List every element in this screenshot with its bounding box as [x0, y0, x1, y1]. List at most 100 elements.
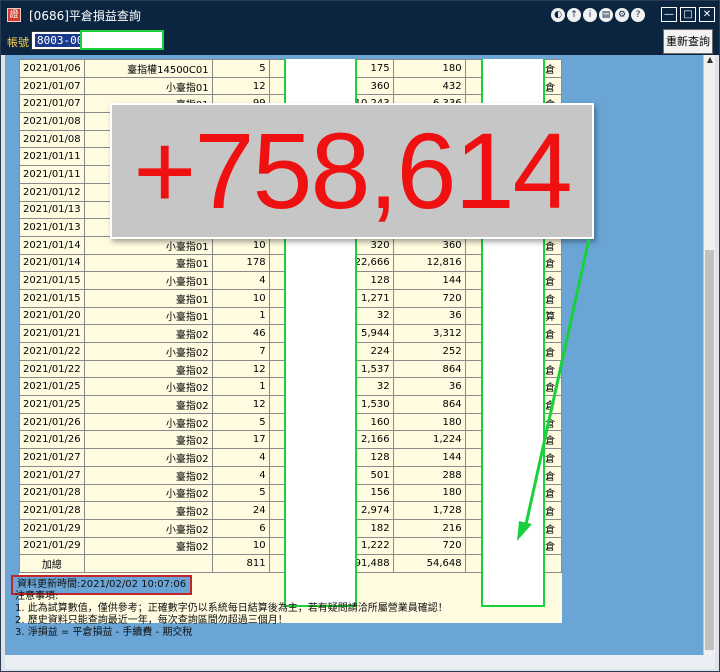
value-b-cell: 288	[392, 465, 466, 485]
requery-button[interactable]: 重新查詢	[663, 29, 713, 54]
value-b-cell: 1,728	[392, 501, 466, 520]
date-cell: 2021/01/22	[19, 342, 85, 361]
qty-cell: 1	[211, 306, 270, 326]
product-cell: 臺指02	[83, 395, 213, 414]
product-cell: 臺指02	[83, 501, 213, 520]
qty-cell: 12	[211, 359, 270, 379]
product-cell: 小臺指02	[83, 412, 213, 432]
qty-cell: 5	[211, 483, 270, 503]
qty-cell: 4	[211, 465, 270, 485]
date-cell: 2021/01/08	[19, 129, 85, 149]
product-cell: 臺指01	[83, 253, 213, 273]
product-cell: 小臺指01	[83, 76, 213, 96]
value-b-cell: 144	[392, 271, 466, 290]
product-cell: 臺指權14500C01	[83, 59, 213, 78]
product-cell: 小臺指01	[83, 235, 213, 255]
product-cell: 臺指02	[83, 324, 213, 343]
value-b-cell: 720	[392, 288, 466, 308]
product-cell: 小臺指02	[83, 518, 213, 538]
qty-cell: 10	[211, 536, 270, 556]
scroll-up-icon[interactable]: ▲	[704, 55, 716, 67]
value-b-cell: 432	[392, 76, 466, 96]
product-cell: 臺指01	[83, 288, 213, 308]
qty-cell: 5	[211, 412, 270, 432]
qty-cell: 24	[211, 501, 270, 520]
date-cell: 2021/01/28	[19, 501, 85, 520]
note-item: 1. 此為試算數值，僅供參考；正確數字仍以系統每日結算後為主，若有疑問請洽所屬營…	[15, 603, 448, 614]
note-item: 2. 歷史資料只能查詢最近一年，每次查詢區間勿超過三個月！	[15, 615, 288, 626]
product-cell: 臺指02	[83, 359, 213, 379]
qty-cell: 6	[211, 518, 270, 538]
note-item: 3. 淨損益 = 平倉損益 - 手續費 - 期交稅	[15, 627, 193, 638]
title-tool-icons: ◐ ↑ i ▤ ⚙ ?	[551, 8, 645, 22]
product-cell: 小臺指01	[83, 306, 213, 326]
date-cell: 2021/01/29	[19, 536, 85, 556]
title-bar: 證 [0686]平倉損益查詢 ◐ ↑ i ▤ ⚙ ? — □ ✕	[1, 1, 719, 29]
qty-cell: 1	[211, 377, 270, 397]
value-b-cell: 180	[392, 59, 466, 78]
date-cell: 2021/01/11	[19, 147, 85, 167]
value-b-cell: 216	[392, 518, 466, 538]
product-cell: 小臺指02	[83, 448, 213, 467]
value-b-cell: 360	[392, 235, 466, 255]
profit-overlay: +758,614	[110, 103, 594, 239]
date-cell: 2021/01/25	[19, 395, 85, 414]
scroll-thumb[interactable]	[705, 250, 714, 650]
qty-cell: 12	[211, 76, 270, 96]
value-b-cell: 864	[392, 395, 466, 414]
product-cell: 小臺指02	[83, 377, 213, 397]
date-cell: 2021/01/11	[19, 165, 85, 184]
value-b-cell: 3,312	[392, 324, 466, 343]
value-b-cell: 864	[392, 359, 466, 379]
date-cell: 2021/01/14	[19, 253, 85, 273]
date-cell: 2021/01/26	[19, 412, 85, 432]
date-cell: 2021/01/06	[19, 59, 85, 78]
vertical-scrollbar[interactable]: ▲	[703, 55, 715, 655]
date-cell: 2021/01/14	[19, 235, 85, 255]
date-cell: 2021/01/25	[19, 377, 85, 397]
qty-cell: 4	[211, 271, 270, 290]
info-icon[interactable]: i	[583, 8, 597, 22]
settings-icon[interactable]: ⚙	[615, 8, 629, 22]
date-cell: 2021/01/13	[19, 218, 85, 237]
date-cell: 2021/01/15	[19, 288, 85, 308]
notes-title: 注意事項:	[15, 591, 59, 602]
qty-cell: 4	[211, 448, 270, 467]
product-cell: 小臺指02	[83, 342, 213, 361]
app-logo-icon: 證	[7, 8, 21, 22]
print-icon[interactable]: ▤	[599, 8, 613, 22]
qty-cell: 17	[211, 430, 270, 450]
date-cell: 2021/01/27	[19, 465, 85, 485]
date-cell: 2021/01/22	[19, 359, 85, 379]
value-b-cell: 12,816	[392, 253, 466, 273]
window-controls: — □ ✕	[661, 7, 715, 22]
qty-cell: 10	[211, 288, 270, 308]
up-icon[interactable]: ↑	[567, 8, 581, 22]
help-icon[interactable]: ◐	[551, 8, 565, 22]
qty-cell: 12	[211, 395, 270, 414]
product-cell: 臺指02	[83, 430, 213, 450]
query-toolbar: 帳號 8003-0066 重新查詢	[1, 29, 719, 55]
date-cell: 2021/01/13	[19, 200, 85, 220]
date-cell: 2021/01/21	[19, 324, 85, 343]
notes-panel: 資料更新時間:2021/02/02 10:07:06 注意事項: 1. 此為試算…	[5, 569, 705, 655]
date-cell: 2021/01/27	[19, 448, 85, 467]
maximize-button[interactable]: □	[680, 7, 696, 22]
date-cell: 2021/01/07	[19, 76, 85, 96]
question-icon[interactable]: ?	[631, 8, 645, 22]
date-cell: 2021/01/07	[19, 94, 85, 114]
minimize-button[interactable]: —	[661, 7, 677, 22]
date-cell: 2021/01/12	[19, 182, 85, 202]
value-b-cell: 36	[392, 306, 466, 326]
window-title: [0686]平倉損益查詢	[29, 8, 141, 23]
product-cell: 小臺指02	[83, 483, 213, 503]
account-label: 帳號	[7, 36, 29, 49]
close-button[interactable]: ✕	[699, 7, 715, 22]
date-cell: 2021/01/08	[19, 112, 85, 131]
date-cell: 2021/01/26	[19, 430, 85, 450]
date-cell: 2021/01/28	[19, 483, 85, 503]
value-b-cell: 180	[392, 412, 466, 432]
value-b-cell: 36	[392, 377, 466, 397]
account-redaction-box	[80, 30, 164, 50]
qty-cell: 178	[211, 253, 270, 273]
